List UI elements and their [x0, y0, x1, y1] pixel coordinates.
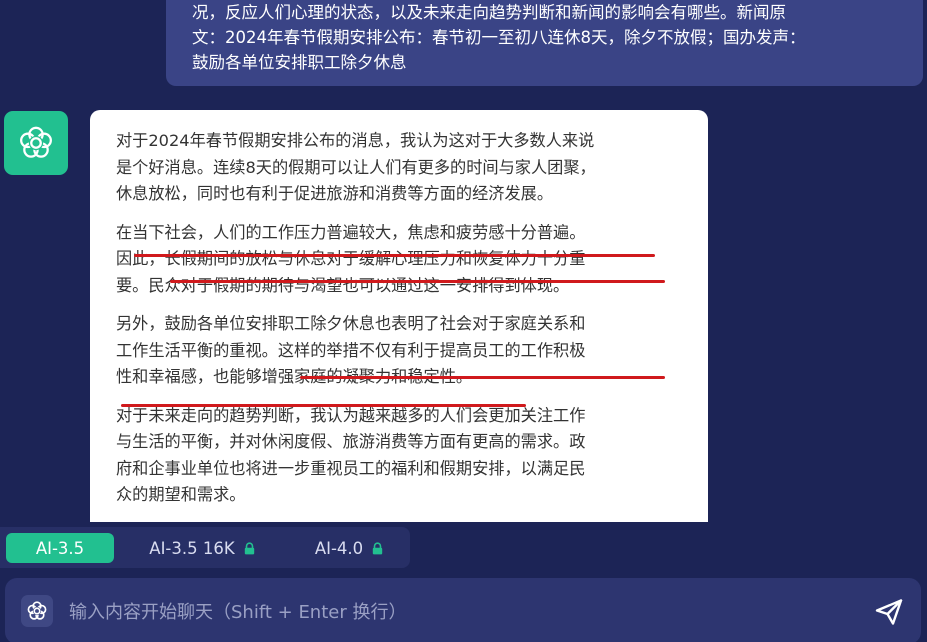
assistant-paragraph: 对于2024年春节假期安排公布的消息，我认为这对于大多数人来说 是个好消息。连续…: [116, 128, 688, 208]
model-selector: AI-3.5 AI-3.5 16K AI-4.0: [0, 527, 410, 568]
assistant-line: 在当下社会，人们的工作压力普遍较大，焦虑和疲劳感十分普遍。: [116, 222, 586, 242]
assistant-line: 工作生活平衡的重视。这样的举措不仅有利于提高员工的工作积极: [116, 340, 586, 360]
user-message-line: 鼓励各单位安排职工除夕休息: [192, 53, 407, 72]
assistant-paragraph: 在当下社会，人们的工作压力普遍较大，焦虑和疲劳感十分普遍。 因此，长假期间的放松…: [116, 220, 688, 300]
model-tab-ai-3-5-16k[interactable]: AI-3.5 16K: [124, 533, 280, 563]
highlight-underline: [170, 280, 665, 283]
assistant-line: 府和企事业单位也将进一步重视员工的福利和假期安排，以满足民: [116, 458, 586, 478]
chat-input-bar: [5, 578, 921, 642]
flower-icon: [27, 601, 47, 620]
input-model-button[interactable]: [21, 595, 53, 627]
send-button[interactable]: [871, 596, 907, 628]
model-tab-label: AI-4.0: [314, 538, 364, 558]
assistant-line: 另外，鼓励各单位安排职工除夕休息也表明了社会对于家庭关系和: [116, 314, 586, 333]
model-tab-ai-3-5[interactable]: AI-3.5: [6, 533, 114, 563]
assistant-paragraph: 对于未来走向的趋势判断，我认为越来越多的人们会更加关注工作 与生活的平衡，并对休…: [116, 403, 688, 509]
assistant-line: 与生活的平衡，并对休闲度假、旅游消费等方面有更高的需求。政: [116, 432, 586, 451]
chat-screen: 况，反应人们心理的状态，以及未来走向趋势判断和新闻的影响会有哪些。新闻原 文：2…: [0, 0, 927, 642]
chat-input[interactable]: [67, 596, 831, 628]
assistant-line: 要。民众对于假期的期待与渴望也可以通过这一安排得到体现。: [116, 275, 570, 295]
highlight-underline: [121, 404, 526, 407]
model-tab-label: AI-3.5: [35, 538, 85, 558]
lock-icon: [244, 541, 255, 555]
lock-icon: [372, 541, 383, 555]
assistant-line: 因此，长假期间的放松与休息对于缓解心理压力和恢复体力十分重: [116, 249, 586, 268]
model-tab-label: AI-3.5 16K: [149, 538, 235, 558]
user-message-line: 文：2024年春节假期安排公布：春节初一至初八连休8天，除夕不放假；国办发声：: [192, 28, 806, 47]
assistant-avatar: [4, 111, 68, 175]
assistant-line: 众的期望和需求。: [116, 485, 246, 504]
assistant-line: 是个好消息。连续8天的假期可以让人们有更多的时间与家人团聚，: [116, 157, 596, 177]
highlight-underline: [134, 254, 655, 257]
assistant-message-bubble: 对于2024年春节假期安排公布的消息，我认为这对于大多数人来说 是个好消息。连续…: [90, 110, 708, 522]
user-message-line: 况，反应人们心理的状态，以及未来走向趋势判断和新闻的影响会有哪些。新闻原: [192, 3, 786, 22]
highlight-underline: [300, 376, 665, 379]
user-message-bubble: 况，反应人们心理的状态，以及未来走向趋势判断和新闻的影响会有哪些。新闻原 文：2…: [166, 0, 923, 86]
model-tab-ai-4-0[interactable]: AI-4.0: [300, 533, 398, 563]
send-icon: [875, 599, 903, 625]
flower-icon: [20, 126, 52, 158]
assistant-line: 休息放松，同时也有利于促进旅游和消费等方面的经济发展。: [116, 184, 554, 203]
assistant-line: 对于2024年春节假期安排公布的消息，我认为这对于大多数人来说: [116, 131, 595, 150]
